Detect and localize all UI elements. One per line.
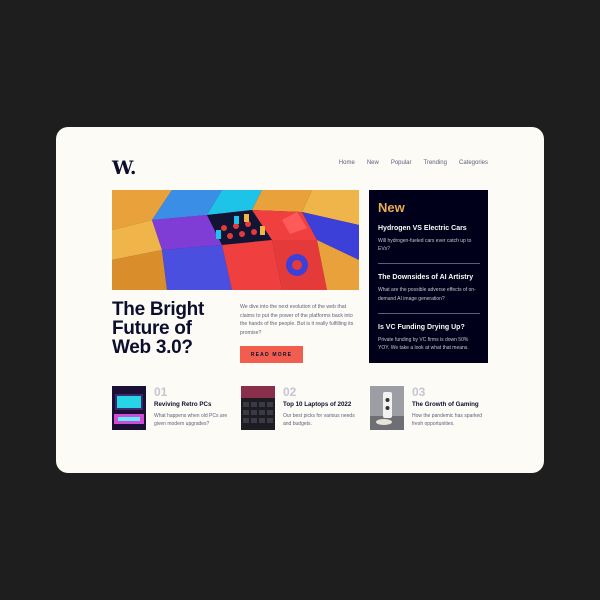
nav-trending[interactable]: Trending xyxy=(424,160,447,166)
article-title[interactable]: Reviving Retro PCs xyxy=(154,401,230,408)
new-item-title[interactable]: The Downsides of AI Artistry xyxy=(378,274,480,281)
new-item-desc: Will hydrogen-fueled cars ever catch up … xyxy=(378,238,472,253)
new-item-desc: What are the possible adverse effects of… xyxy=(378,287,476,302)
hero-abstract-illustration xyxy=(112,190,359,290)
numbered-articles: 01 Reviving Retro PCs What happens when … xyxy=(112,386,488,430)
laptop-keyboard-thumbnail[interactable] xyxy=(241,386,275,430)
nav-popular[interactable]: Popular xyxy=(391,160,412,166)
article-number: 02 xyxy=(283,385,297,399)
article-desc: What happens when old PCs are given mode… xyxy=(154,413,228,428)
new-articles-panel: New Hydrogen VS Electric Cars Will hydro… xyxy=(369,190,488,363)
hero-image xyxy=(112,190,359,290)
new-item-title[interactable]: Hydrogen VS Electric Cars xyxy=(378,225,480,232)
gaming-controller-thumbnail[interactable] xyxy=(370,386,404,430)
article-desc: Our best picks for various needs and bud… xyxy=(283,413,355,428)
hero-description: We dive into the next evolution of the w… xyxy=(240,304,354,336)
article-card[interactable]: 01 Reviving Retro PCs What happens when … xyxy=(112,386,230,430)
new-item[interactable]: Is VC Funding Drying Up? Private funding… xyxy=(378,324,480,362)
new-item[interactable]: Hydrogen VS Electric Cars Will hydrogen-… xyxy=(378,225,480,265)
article-card[interactable]: 02 Top 10 Laptops of 2022 Our best picks… xyxy=(241,386,359,430)
page-card: W. Home New Popular Trending Categories xyxy=(56,127,544,473)
read-more-button[interactable]: READ MORE xyxy=(240,346,303,363)
new-item[interactable]: The Downsides of AI Artistry What are th… xyxy=(378,274,480,314)
article-title[interactable]: The Growth of Gaming xyxy=(412,401,488,408)
main-nav: Home New Popular Trending Categories xyxy=(339,160,488,166)
nav-categories[interactable]: Categories xyxy=(459,160,488,166)
article-desc: How the pandemic has sparked fresh oppor… xyxy=(412,413,483,428)
article-number: 03 xyxy=(412,385,426,399)
logo[interactable]: W. xyxy=(112,157,137,179)
nav-new[interactable]: New xyxy=(367,160,379,166)
nav-home[interactable]: Home xyxy=(339,160,355,166)
hero-headline: The Bright Future of Web 3.0? xyxy=(112,299,204,358)
new-panel-title: New xyxy=(378,200,405,215)
article-number: 01 xyxy=(154,385,168,399)
new-item-desc: Private funding by VC firms is down 50% … xyxy=(378,336,469,352)
retro-pc-thumbnail[interactable] xyxy=(112,386,146,430)
article-card[interactable]: 03 The Growth of Gaming How the pandemic… xyxy=(370,386,488,430)
article-title[interactable]: Top 10 Laptops of 2022 xyxy=(283,401,359,408)
new-item-title[interactable]: Is VC Funding Drying Up? xyxy=(378,324,480,331)
